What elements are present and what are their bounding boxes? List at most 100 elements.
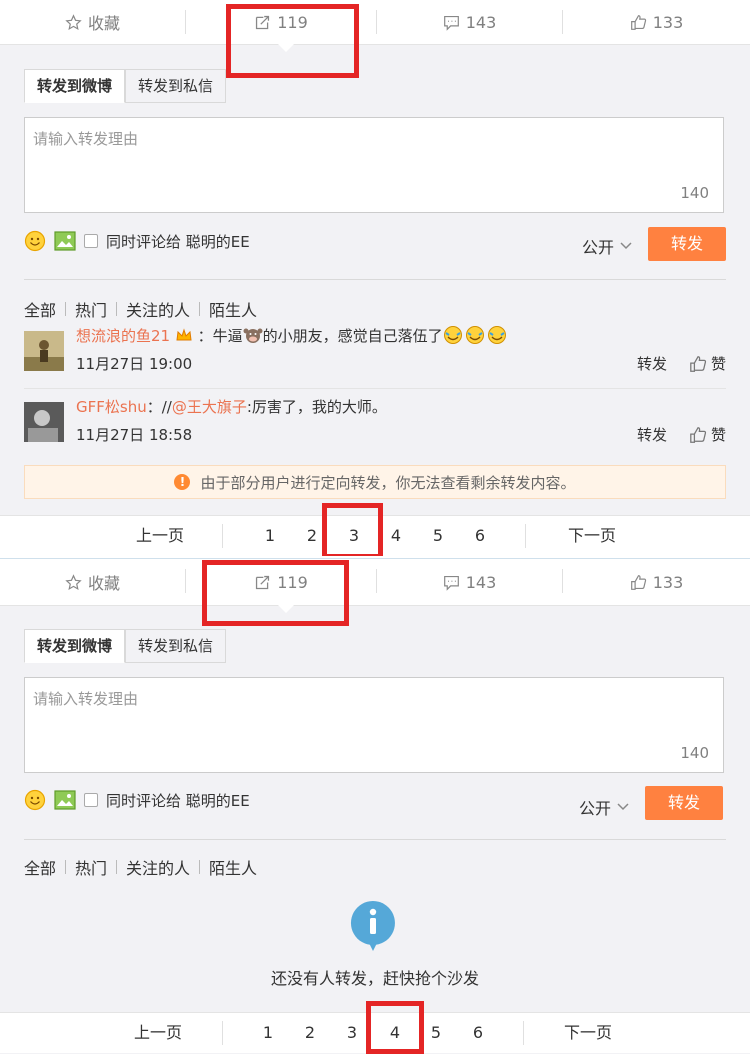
separator	[222, 1021, 223, 1045]
page-2[interactable]: 2	[297, 516, 327, 556]
filter-following[interactable]: 关注的人	[126, 297, 190, 321]
mention-link[interactable]: @王大旗子	[172, 398, 247, 416]
next-page-button[interactable]: 下一页	[548, 1013, 628, 1053]
emoji-icon[interactable]	[24, 230, 46, 252]
next-page-button[interactable]: 下一页	[552, 516, 632, 556]
visibility-select[interactable]: 公开	[579, 795, 629, 819]
image-icon[interactable]	[54, 790, 76, 810]
like-button[interactable]: 133	[563, 0, 750, 44]
comment-count: 143	[465, 12, 497, 32]
tab-repost-to-weibo[interactable]: 转发到微博	[24, 629, 126, 663]
comment-text: 想流浪的鱼21 ：牛逼 的小朋友，感觉自己落伍了	[76, 325, 509, 346]
also-comment-label: 同时评论给 聪明的EE	[106, 791, 250, 810]
star-icon	[65, 573, 82, 590]
repost-submit-button[interactable]: 转发	[645, 786, 723, 820]
page-4-current[interactable]: 4	[380, 1013, 410, 1053]
pagination: 上一页 1 2 3 4 5 6 下一页	[0, 1012, 750, 1053]
input-placeholder: 请输入转发理由	[33, 130, 139, 148]
comment-button[interactable]: 143	[377, 559, 562, 605]
page-5[interactable]: 5	[421, 1013, 451, 1053]
tab-repost-to-weibo[interactable]: 转发到微博	[24, 69, 126, 103]
image-icon[interactable]	[54, 231, 76, 251]
comment-icon	[443, 575, 459, 591]
page-2[interactable]: 2	[295, 1013, 325, 1053]
compose-tools: 同时评论给 聪明的EE	[24, 788, 250, 812]
cow-emoji-icon	[243, 328, 263, 343]
page-4[interactable]: 4	[381, 516, 411, 556]
repost-link[interactable]: 转发	[637, 424, 667, 445]
tab-repost-to-private[interactable]: 转发到私信	[125, 629, 227, 663]
comment-text-part: ：//	[146, 398, 172, 416]
thumbs-up-icon	[690, 426, 707, 443]
repost-button[interactable]: 119	[186, 559, 376, 605]
username-link[interactable]: GFF松shu	[76, 398, 147, 416]
comment-button[interactable]: 143	[377, 0, 562, 44]
comment-actions: 转发 赞	[637, 353, 726, 374]
visibility-value: 公开	[579, 799, 612, 818]
repost-panel-page-4: 收藏 119 143 133 转发到微博 转发到私信 请输入转发理由 140 同…	[0, 558, 750, 1054]
notice-text: 由于部分用户进行定向转发，你无法查看剩余转发内容。	[200, 473, 576, 492]
repost-tabs: 转发到微博 转发到私信	[24, 629, 227, 663]
avatar[interactable]	[24, 331, 64, 371]
compose-tools: 同时评论给 聪明的EE	[24, 229, 250, 253]
separator	[523, 1021, 524, 1045]
info-icon	[350, 901, 395, 951]
chevron-down-icon	[620, 242, 632, 250]
action-bar: 收藏 119 143 133	[0, 0, 750, 52]
repost-icon	[256, 15, 270, 29]
like-count: 133	[652, 12, 684, 32]
comment-actions: 转发 赞	[637, 424, 726, 445]
also-comment-checkbox[interactable]	[84, 234, 98, 248]
avatar[interactable]	[24, 402, 64, 442]
repost-panel-page-3: 收藏 119 143 133 转发到微博 转发到私信 请输入转发理由 140 同…	[0, 0, 750, 556]
repost-link[interactable]: 转发	[637, 353, 667, 374]
filter-all[interactable]: 全部	[24, 297, 56, 321]
like-label: 赞	[710, 355, 726, 373]
like-link[interactable]: 赞	[689, 424, 726, 445]
also-comment-checkbox[interactable]	[84, 793, 98, 807]
filter-following[interactable]: 关注的人	[126, 855, 190, 879]
repost-reason-input[interactable]: 请输入转发理由 140	[24, 117, 724, 213]
thumbs-up-icon	[630, 14, 646, 30]
page-1[interactable]: 1	[255, 516, 285, 556]
page-6[interactable]: 6	[463, 1013, 493, 1053]
emoji-icon[interactable]	[24, 789, 46, 811]
favorite-button[interactable]: 收藏	[0, 0, 185, 44]
comment-text-part: ：牛逼	[197, 327, 243, 345]
visibility-select[interactable]: 公开	[582, 234, 632, 258]
username-link[interactable]: 想流浪的鱼21	[76, 327, 170, 345]
like-link[interactable]: 赞	[689, 353, 726, 374]
like-count: 133	[652, 572, 684, 592]
repost-submit-button[interactable]: 转发	[648, 227, 726, 261]
page-1[interactable]: 1	[253, 1013, 283, 1053]
filter-tabs: 全部 热门 关注的人 陌生人	[24, 298, 257, 320]
favorite-button[interactable]: 收藏	[0, 559, 185, 605]
prev-page-button[interactable]: 上一页	[120, 516, 200, 556]
filter-strangers[interactable]: 陌生人	[209, 855, 257, 879]
empty-state-text: 还没有人转发，赶快抢个沙发	[270, 969, 479, 988]
page-3-current[interactable]: 3	[339, 516, 369, 556]
char-counter: 140	[680, 184, 709, 202]
page-3[interactable]: 3	[337, 1013, 367, 1053]
warning-icon: !	[174, 474, 191, 490]
filter-hot[interactable]: 热门	[75, 297, 107, 321]
also-comment-label: 同时评论给 聪明的EE	[106, 232, 250, 251]
repost-count: 119	[277, 572, 308, 592]
filter-strangers[interactable]: 陌生人	[209, 297, 257, 321]
pagination: 上一页 1 2 3 4 5 6 下一页	[0, 515, 750, 556]
repost-button[interactable]: 119	[186, 0, 376, 44]
like-button[interactable]: 133	[563, 559, 750, 605]
repost-reason-input[interactable]: 请输入转发理由 140	[24, 677, 724, 773]
comment-time: 11月27日 18:58	[76, 426, 193, 444]
prev-page-button[interactable]: 上一页	[118, 1013, 198, 1053]
filter-all[interactable]: 全部	[24, 855, 56, 879]
filter-tabs: 全部 热门 关注的人 陌生人	[24, 856, 257, 878]
filter-hot[interactable]: 热门	[75, 855, 107, 879]
comment-text: GFF松shu：//@王大旗子:厉害了，我的大师。	[76, 396, 387, 417]
visibility-value: 公开	[582, 238, 615, 257]
page-6[interactable]: 6	[465, 516, 495, 556]
page-5[interactable]: 5	[423, 516, 453, 556]
divider	[24, 388, 726, 389]
tab-repost-to-private[interactable]: 转发到私信	[125, 69, 227, 103]
separator	[525, 524, 526, 548]
